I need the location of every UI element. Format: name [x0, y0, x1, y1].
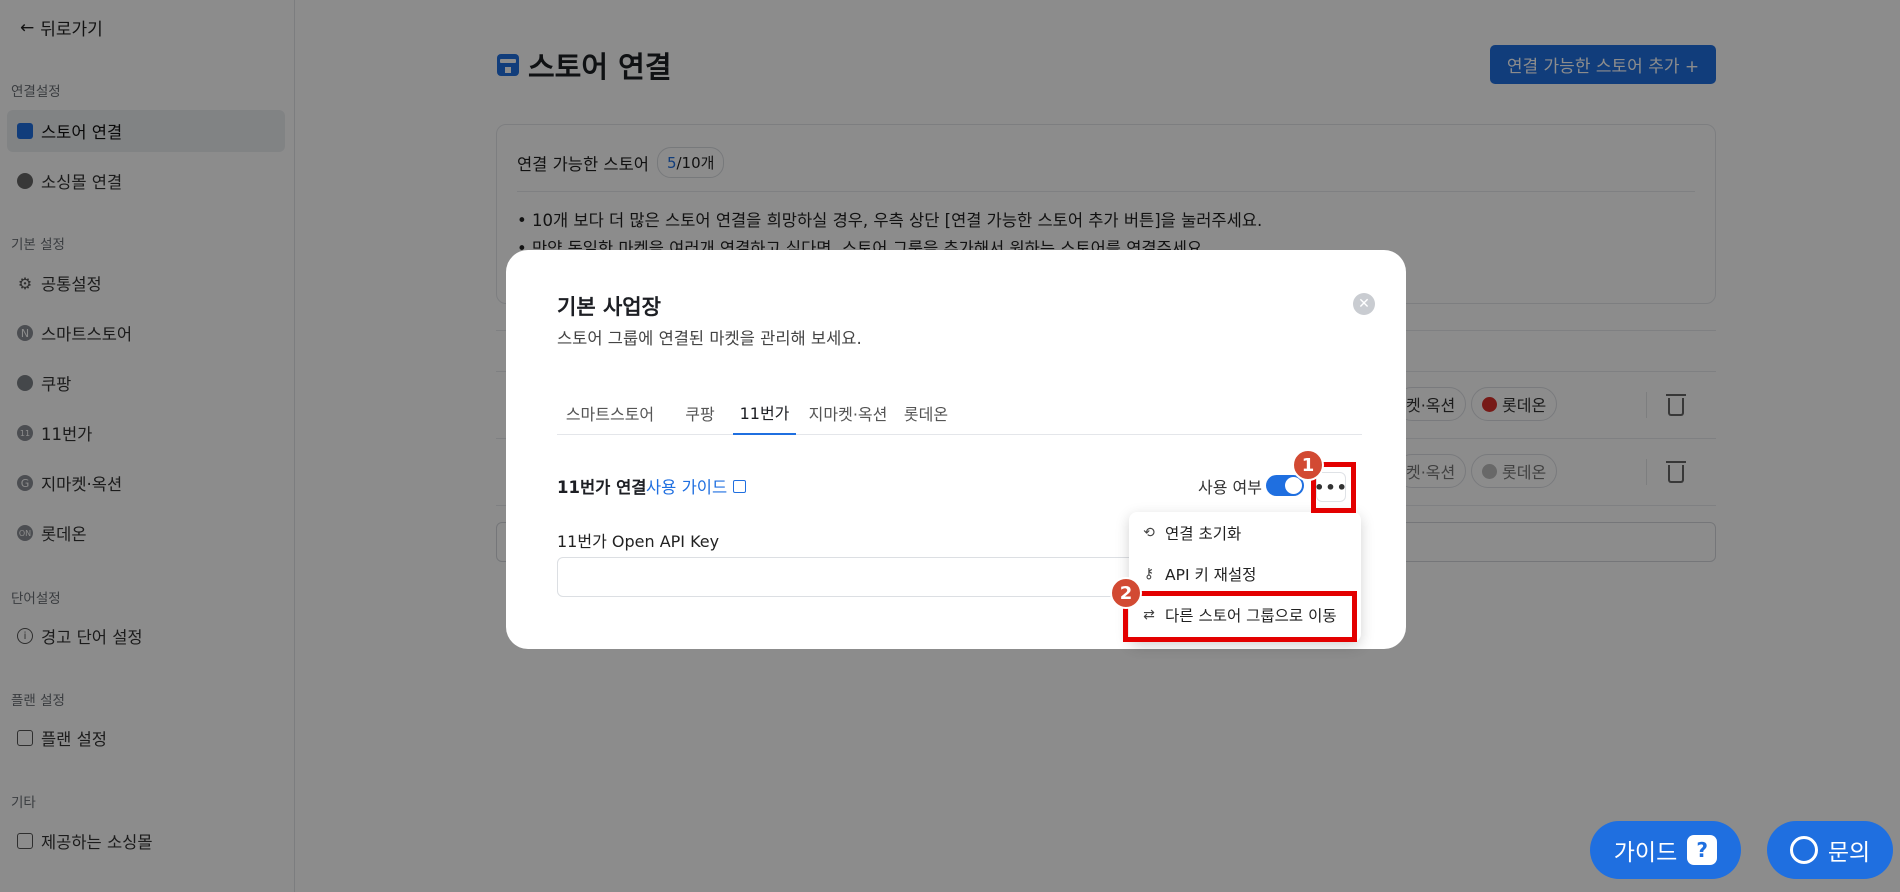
store-group-modal: 기본 사업장 스토어 그룹에 연결된 마켓을 관리해 보세요. ✕ 스마트스토어… [506, 250, 1406, 649]
reset-icon: ⟲ [1143, 525, 1155, 541]
modal-subtitle: 스토어 그룹에 연결된 마켓을 관리해 보세요. [557, 329, 862, 348]
step-badge-1: 1 [1292, 449, 1324, 481]
menu-item-reset-api-key[interactable]: ⚷ API 키 재설정 [1141, 557, 1257, 591]
key-icon: ⚷ [1143, 566, 1155, 582]
usage-guide-link[interactable]: 사용 가이드 [646, 474, 747, 498]
api-key-label: 11번가 Open API Key [557, 532, 720, 551]
inquiry-fab[interactable]: 문의 [1767, 821, 1893, 879]
api-key-input[interactable] [557, 557, 1157, 597]
tab-11st[interactable]: 11번가 [733, 390, 796, 435]
highlight-box-move-group [1123, 591, 1357, 642]
menu-item-label: API 키 재설정 [1165, 566, 1257, 584]
headset-icon [1789, 836, 1818, 864]
menu-item-label: 연결 초기화 [1165, 525, 1242, 543]
market-tabs: 스마트스토어 쿠팡 11번가 지마켓·옥션 롯데온 [557, 390, 1362, 435]
tab-lotteon[interactable]: 롯데온 [898, 390, 954, 435]
tab-gmarket-auction[interactable]: 지마켓·옥션 [805, 390, 891, 435]
usage-guide-label: 사용 가이드 [646, 478, 728, 497]
modal-title: 기본 사업장 [557, 295, 661, 319]
external-link-icon [733, 479, 747, 493]
menu-item-reset-connection[interactable]: ⟲ 연결 초기화 [1141, 516, 1241, 550]
step-badge-2: 2 [1110, 577, 1142, 609]
guide-fab-label: 가이드 [1613, 840, 1678, 866]
use-toggle-label: 사용 여부 [1198, 478, 1262, 497]
close-icon[interactable]: ✕ [1353, 293, 1375, 315]
connection-label: 11번가 연결 [557, 478, 647, 497]
tab-smartstore[interactable]: 스마트스토어 [557, 390, 663, 435]
inquiry-fab-label: 문의 [1827, 840, 1871, 866]
tab-coupang[interactable]: 쿠팡 [675, 390, 725, 435]
question-icon: ? [1687, 835, 1718, 865]
guide-fab[interactable]: 가이드 ? [1590, 821, 1741, 879]
